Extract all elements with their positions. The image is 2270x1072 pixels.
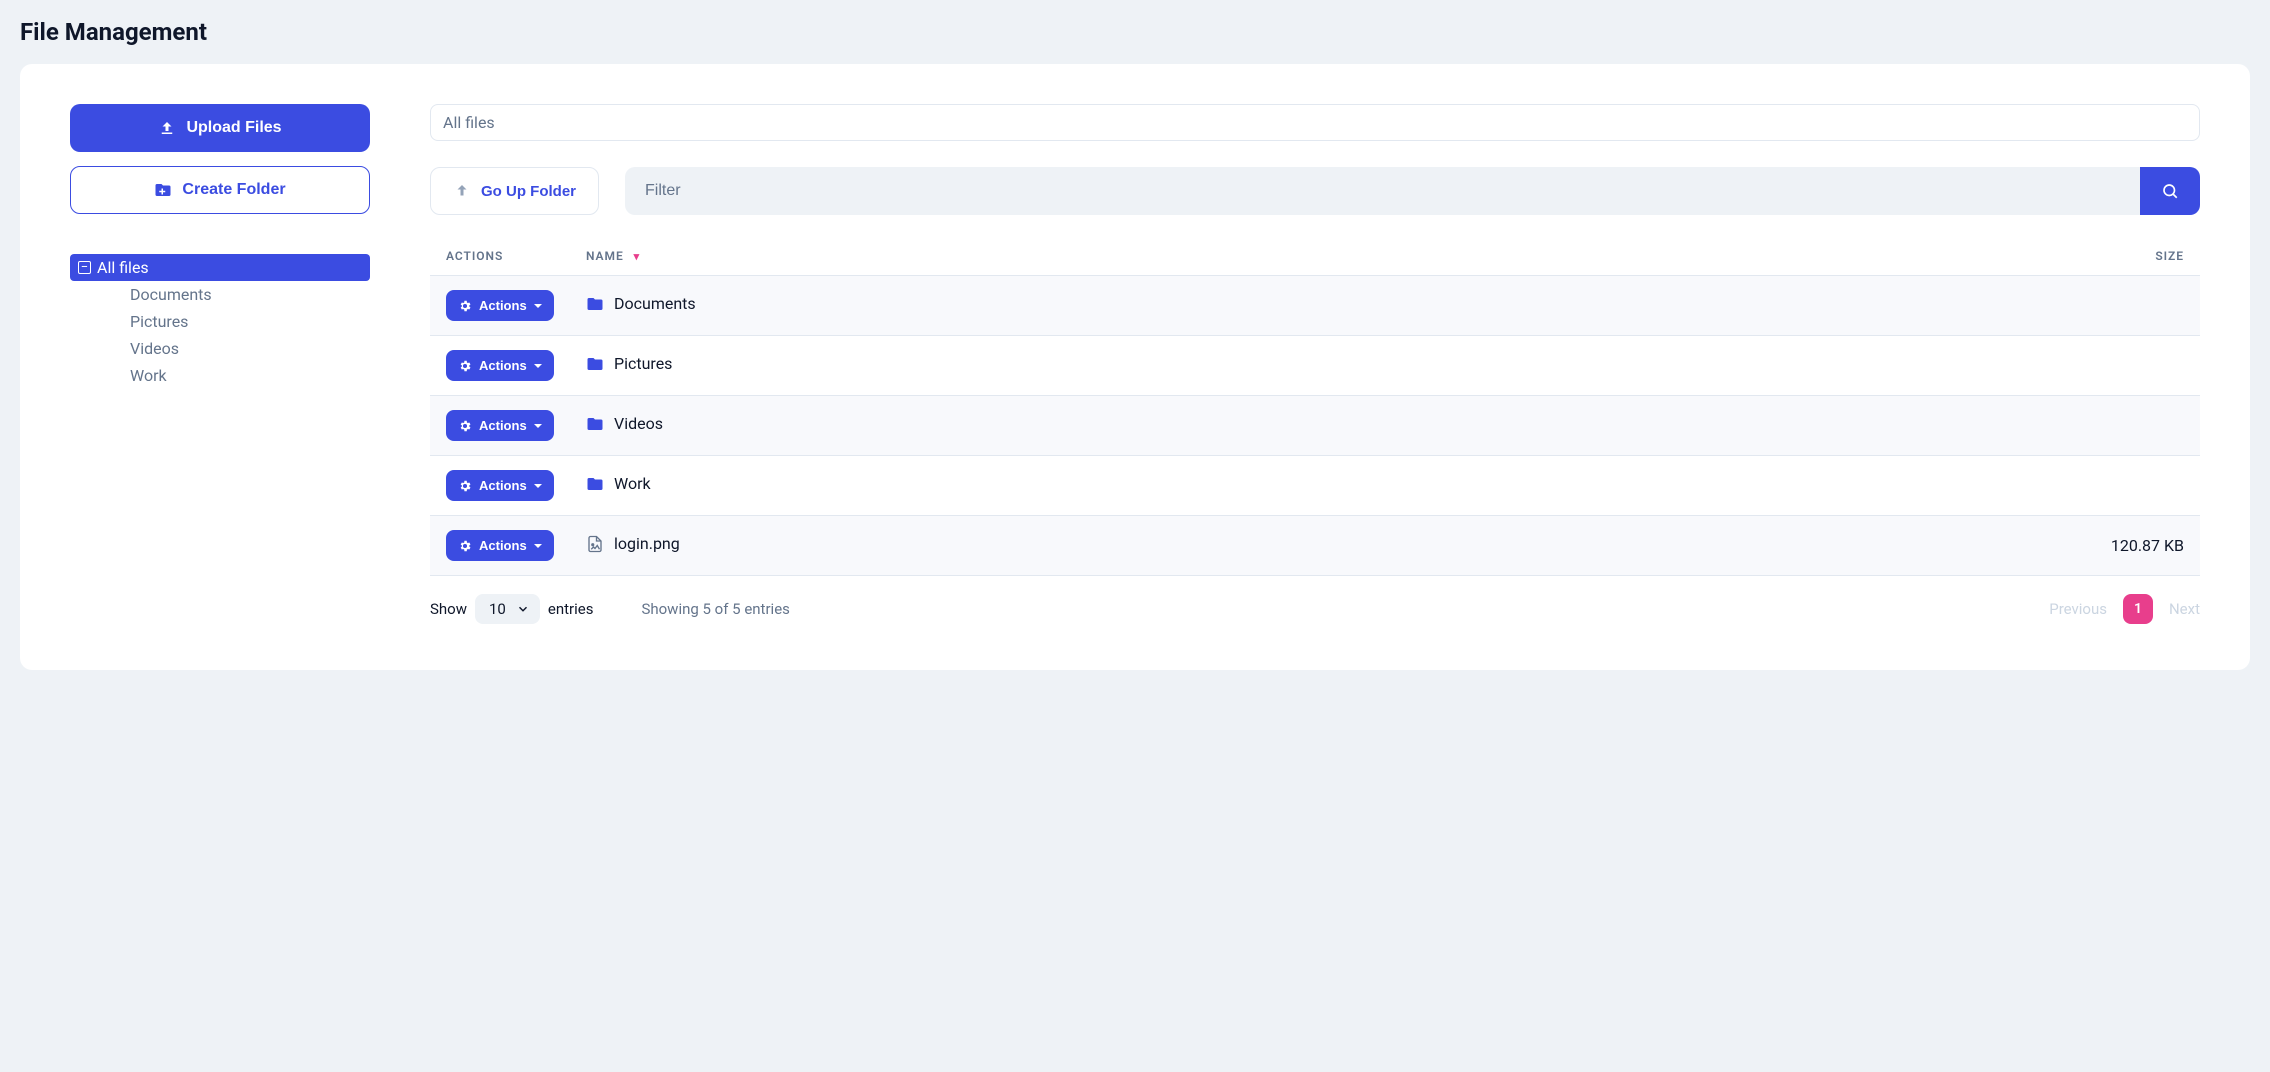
folder-icon (586, 355, 604, 373)
page-size-value: 10 (489, 600, 506, 618)
tree-node[interactable]: Videos (122, 335, 370, 362)
gear-icon (458, 539, 472, 553)
caret-down-icon (534, 298, 542, 313)
arrow-up-icon (453, 182, 471, 200)
row-actions-button[interactable]: Actions (446, 350, 554, 381)
next-page-button[interactable]: Next (2169, 600, 2200, 618)
sort-desc-icon: ▾ (634, 250, 640, 263)
row-actions-label: Actions (479, 418, 527, 433)
upload-files-label: Upload Files (186, 119, 281, 137)
pagination: Previous 1 Next (2049, 594, 2200, 624)
folder-icon (586, 415, 604, 433)
col-header-size[interactable]: SIZE (1506, 237, 2200, 276)
gear-icon (458, 419, 472, 433)
col-header-actions: ACTIONS (430, 237, 570, 276)
folder-tree: All files Documents Pictures Videos Work (70, 254, 370, 389)
tree-node[interactable]: Pictures (122, 308, 370, 335)
folder-plus-icon (154, 181, 172, 199)
table-row: Actions Pictures (430, 336, 2200, 396)
row-actions-button[interactable]: Actions (446, 530, 554, 561)
row-name-cell[interactable]: Videos (586, 414, 663, 433)
tree-node-label: Videos (130, 339, 179, 358)
caret-down-icon (534, 418, 542, 433)
prev-page-button[interactable]: Previous (2049, 600, 2107, 618)
show-label: Show (430, 600, 467, 618)
upload-files-button[interactable]: Upload Files (70, 104, 370, 152)
row-name-cell[interactable]: Pictures (586, 354, 672, 373)
file-image-icon (586, 535, 604, 553)
main-panel: All files Go Up Folder ACTIONS (430, 104, 2200, 624)
folder-icon (586, 295, 604, 313)
row-actions-label: Actions (479, 298, 527, 313)
go-up-label: Go Up Folder (481, 183, 576, 200)
row-name: Documents (614, 294, 696, 313)
table-row: Actions Documents (430, 276, 2200, 336)
tree-node-label: Pictures (130, 312, 188, 331)
chevron-down-icon (516, 602, 530, 616)
row-size (1506, 396, 2200, 456)
row-actions-label: Actions (479, 478, 527, 493)
row-name: Videos (614, 414, 663, 433)
tree-node-label: Documents (130, 285, 212, 304)
row-name: Work (614, 474, 651, 493)
files-table: ACTIONS NAME ▾ SIZE Actions (430, 237, 2200, 576)
upload-icon (158, 119, 176, 137)
row-name: Pictures (614, 354, 672, 373)
gear-icon (458, 479, 472, 493)
filter-input[interactable] (625, 167, 2140, 215)
row-size (1506, 456, 2200, 516)
row-size (1506, 276, 2200, 336)
row-name-cell[interactable]: login.png (586, 534, 680, 553)
create-folder-button[interactable]: Create Folder (70, 166, 370, 214)
entries-label: entries (548, 600, 594, 618)
showing-info: Showing 5 of 5 entries (641, 600, 789, 618)
tree-node-label: All files (97, 258, 149, 277)
tree-node[interactable]: Documents (122, 281, 370, 308)
row-size: 120.87 KB (1506, 516, 2200, 576)
row-name-cell[interactable]: Work (586, 474, 651, 493)
table-footer: Show 10 entries Showing 5 of 5 entries P… (430, 594, 2200, 624)
gear-icon (458, 359, 472, 373)
create-folder-label: Create Folder (182, 181, 285, 199)
col-header-name-label: NAME (586, 249, 624, 263)
sidebar: Upload Files Create Folder All files Doc… (70, 104, 370, 624)
folder-icon (586, 475, 604, 493)
toolbar: Go Up Folder (430, 167, 2200, 215)
gear-icon (458, 299, 472, 313)
search-icon (2161, 182, 2179, 200)
filter-search (625, 167, 2200, 215)
table-row: Actions login.png 120.87 KB (430, 516, 2200, 576)
search-button[interactable] (2140, 167, 2200, 215)
content-card: Upload Files Create Folder All files Doc… (20, 64, 2250, 670)
row-name-cell[interactable]: Documents (586, 294, 696, 313)
tree-node[interactable]: Work (122, 362, 370, 389)
page-title: File Management (20, 18, 2250, 46)
row-actions-label: Actions (479, 358, 527, 373)
row-actions-button[interactable]: Actions (446, 470, 554, 501)
row-actions-button[interactable]: Actions (446, 290, 554, 321)
tree-node-label: Work (130, 366, 167, 385)
table-row: Actions Work (430, 456, 2200, 516)
go-up-button[interactable]: Go Up Folder (430, 167, 599, 215)
row-actions-label: Actions (479, 538, 527, 553)
row-actions-button[interactable]: Actions (446, 410, 554, 441)
caret-down-icon (534, 538, 542, 553)
row-size (1506, 336, 2200, 396)
caret-down-icon (534, 358, 542, 373)
collapse-icon[interactable] (78, 261, 91, 274)
table-row: Actions Videos (430, 396, 2200, 456)
breadcrumb-path: All files (443, 113, 495, 132)
breadcrumb: All files (430, 104, 2200, 141)
caret-down-icon (534, 478, 542, 493)
tree-children: Documents Pictures Videos Work (70, 281, 370, 389)
col-header-name[interactable]: NAME ▾ (570, 237, 1506, 276)
page-number-current[interactable]: 1 (2123, 594, 2153, 624)
tree-node-root[interactable]: All files (70, 254, 370, 281)
row-name: login.png (614, 534, 680, 553)
page-size-select[interactable]: 10 (475, 594, 540, 624)
